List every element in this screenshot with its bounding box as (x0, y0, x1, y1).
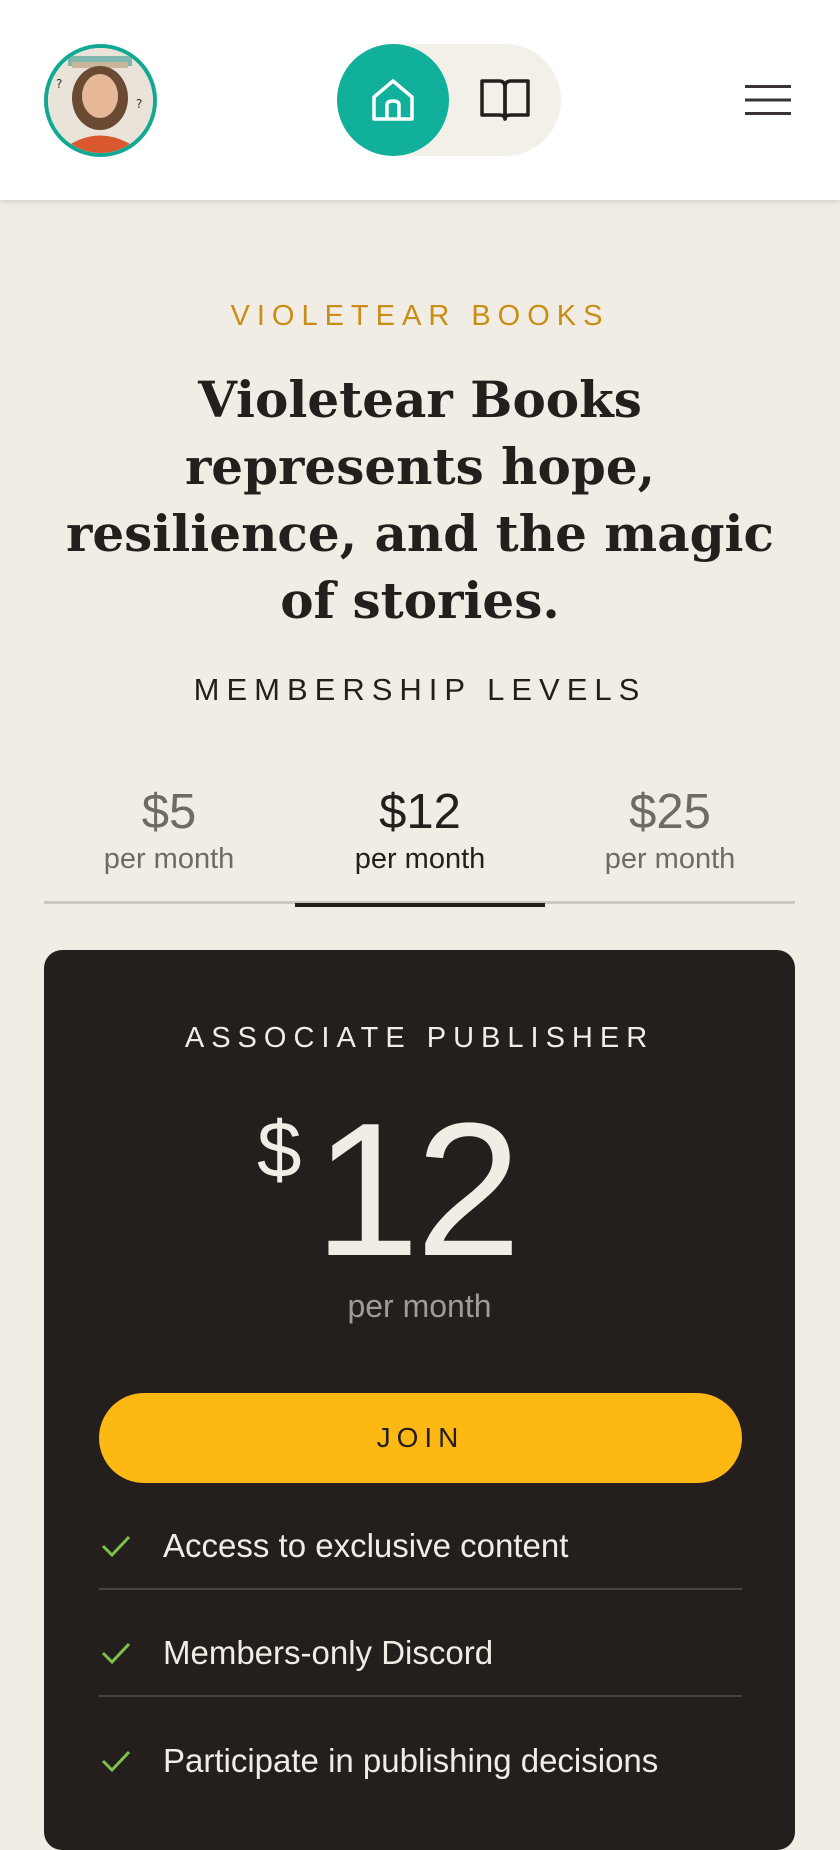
currency-symbol: $ (257, 1105, 302, 1194)
svg-text:?: ? (136, 97, 142, 111)
check-icon (101, 1749, 141, 1773)
svg-text:?: ? (56, 77, 62, 91)
home-icon (372, 79, 414, 121)
join-button[interactable]: JOIN (99, 1393, 742, 1483)
price-amount: 12 (314, 1084, 521, 1296)
library-toggle-button[interactable] (449, 44, 561, 156)
tier-name: ASSOCIATE PUBLISHER (184, 1022, 655, 1054)
avatar[interactable]: ? ? (44, 44, 157, 157)
benefit-text: Access to exclusive content (163, 1526, 569, 1564)
membership-levels-title: MEMBERSHIP LEVELS (193, 672, 647, 707)
hamburger-menu-icon (745, 85, 791, 115)
tab-level-12[interactable]: $12 per month (295, 770, 545, 907)
membership-card: ASSOCIATE PUBLISHER $ 12 per month JOIN … (44, 950, 795, 1850)
creator-name: VIOLETEAR BOOKS (230, 300, 610, 332)
avatar-image: ? ? (48, 48, 153, 153)
benefit-text: Participate in publishing decisions (163, 1741, 659, 1779)
membership-tabs: $5 per month $12 per month $25 per month (44, 770, 795, 907)
view-toggle (337, 44, 561, 156)
tab-price: $5 (141, 785, 197, 839)
benefit-text: Members-only Discord (163, 1633, 494, 1671)
tier-price: $ 12 (44, 1095, 795, 1285)
tab-period: per month (354, 843, 486, 875)
tab-price: $25 (629, 785, 711, 839)
tab-price: $12 (379, 785, 461, 839)
tab-period: per month (604, 843, 736, 875)
check-icon (101, 1534, 141, 1558)
list-item: Participate in publishing decisions (99, 1697, 742, 1804)
open-book-icon (480, 79, 530, 121)
menu-button[interactable] (738, 72, 798, 128)
benefits-list: Access to exclusive content Members-only… (99, 1483, 742, 1804)
check-icon (101, 1641, 141, 1665)
price-period: per month (347, 1288, 492, 1324)
list-item: Members-only Discord (99, 1590, 742, 1697)
tab-level-5[interactable]: $5 per month (44, 770, 294, 904)
top-header: ? ? (0, 0, 840, 200)
page-headline: Violetear Books represents hope, resilie… (65, 370, 774, 630)
tab-period: per month (103, 843, 235, 875)
tab-level-25[interactable]: $25 per month (545, 770, 795, 904)
home-toggle-button[interactable] (337, 44, 449, 156)
list-item: Access to exclusive content (99, 1483, 742, 1590)
